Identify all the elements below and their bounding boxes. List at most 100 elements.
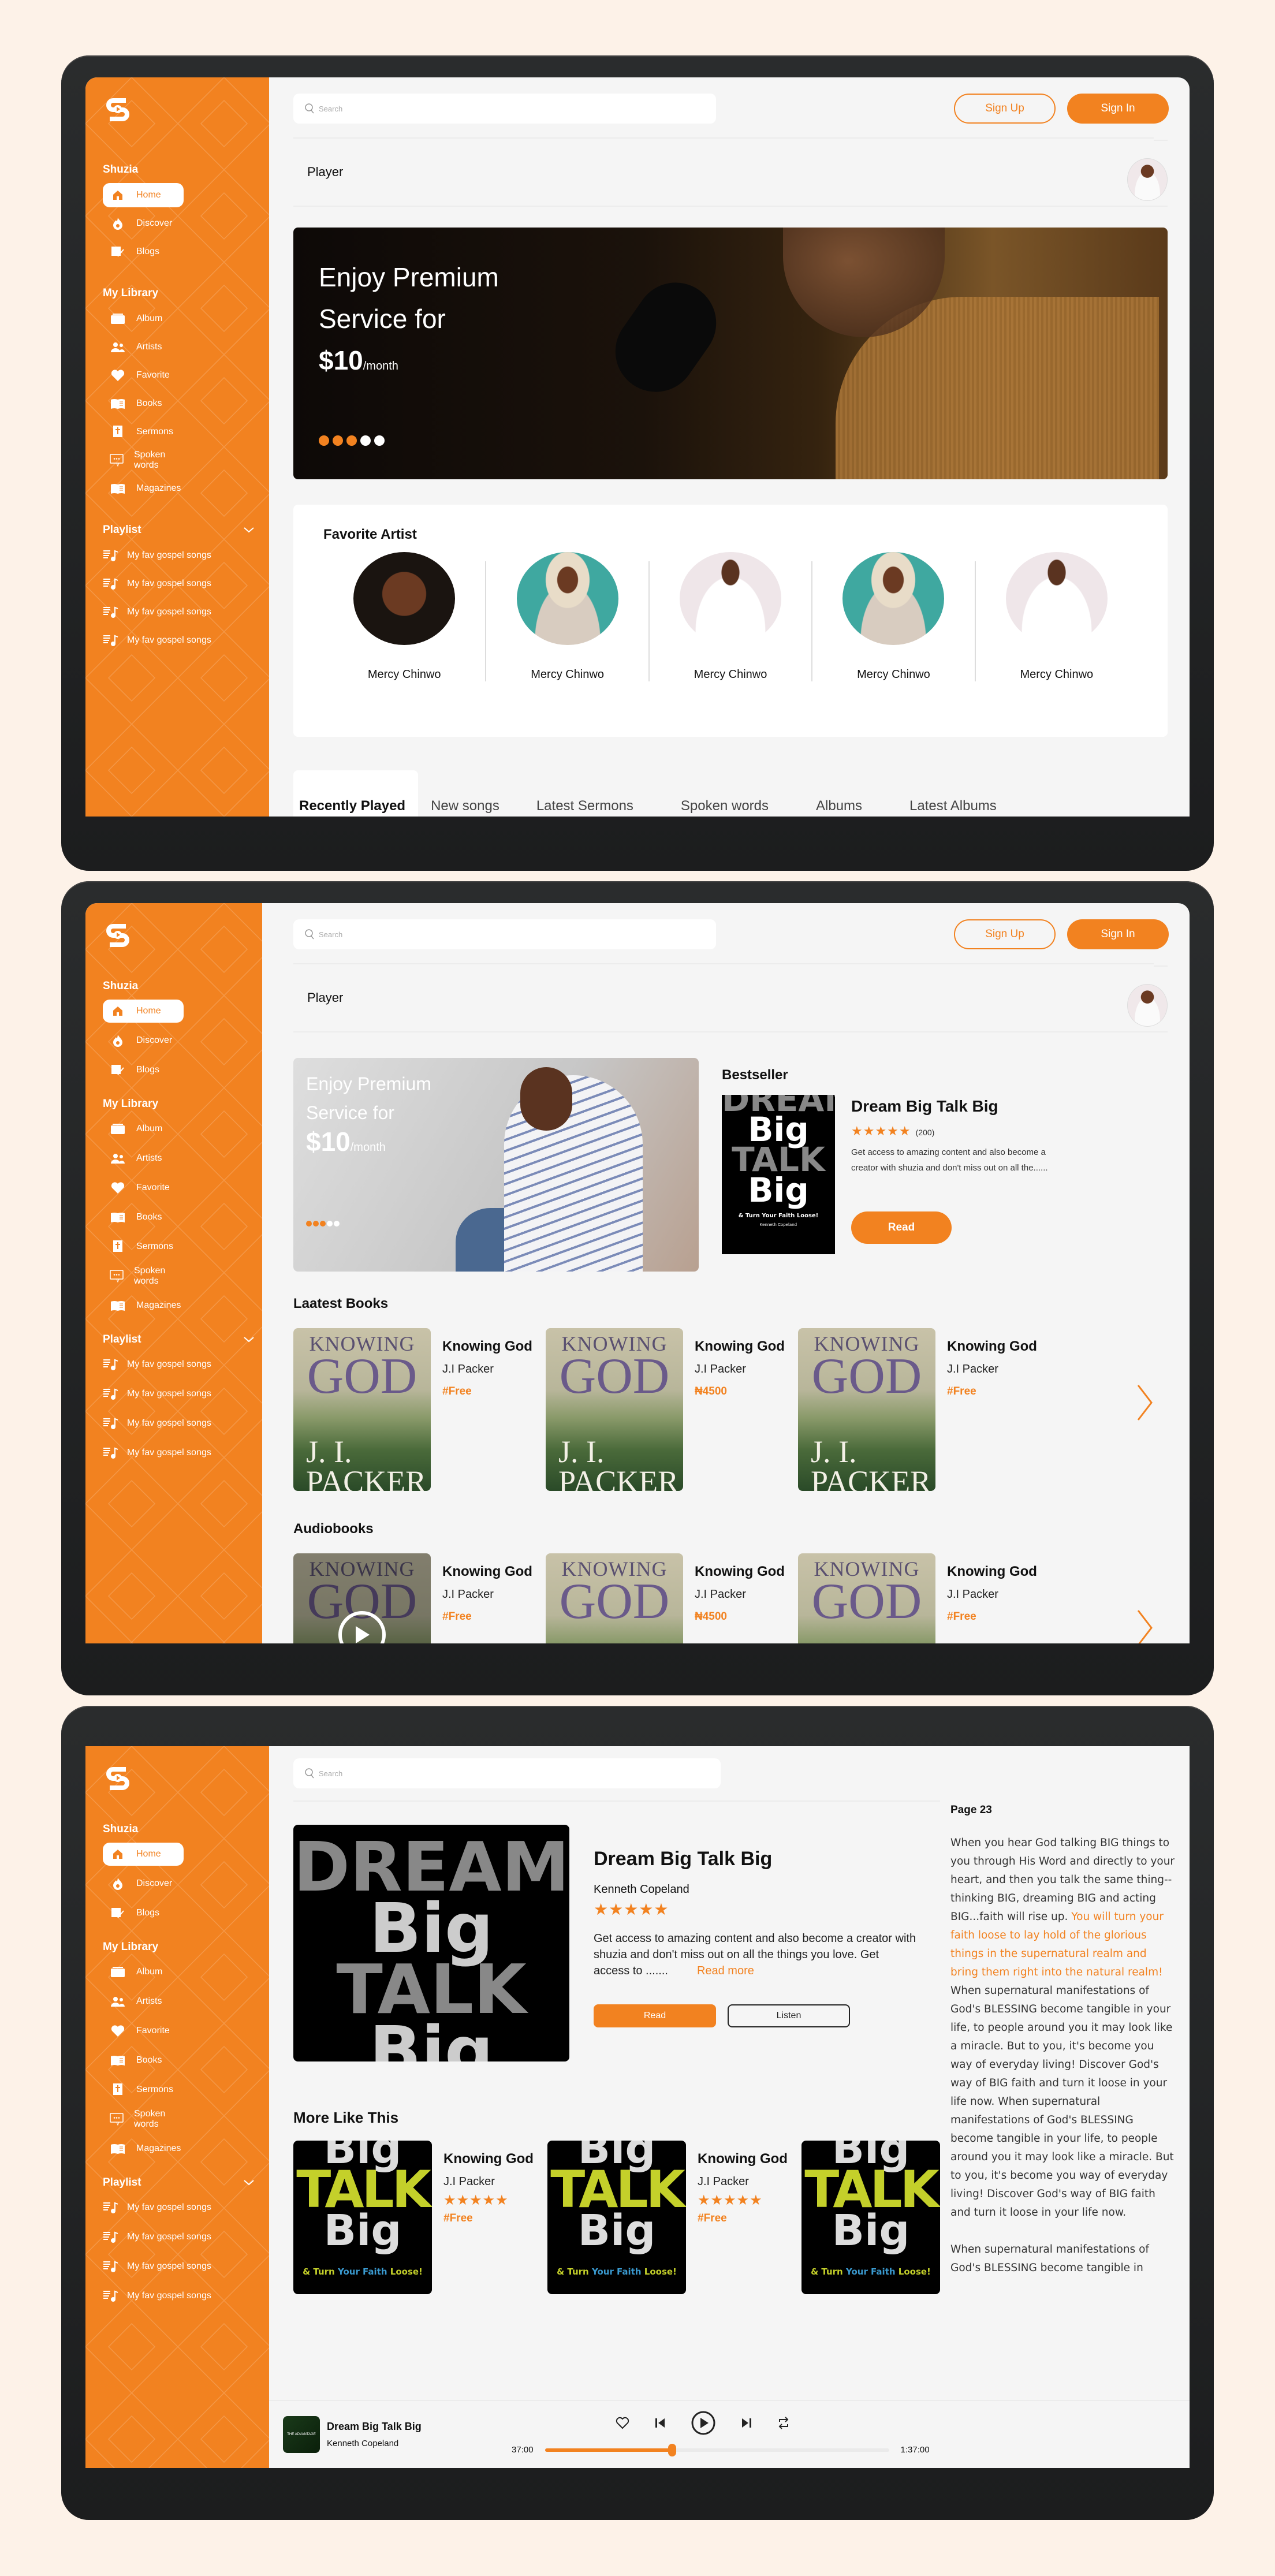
promo-banner[interactable]: Enjoy Premium Service for $10/month [293,1058,699,1272]
search-input[interactable]: Search [293,1758,721,1788]
sidebar-playlist-item[interactable]: My fav gospel songs [103,600,259,624]
search-input[interactable]: Search [293,919,716,949]
book-author[interactable]: Kenneth Copeland [594,1883,917,1896]
chevron-down-icon[interactable] [244,2176,254,2189]
book-card[interactable]: Big TALK Big & Turn Your Faith Loose! Knowin… [293,2141,547,2294]
sidebar-item-album[interactable]: Album [103,1960,184,1984]
sidebar-section-playlist[interactable]: Playlist [103,2176,254,2189]
book-cover[interactable]: DREAM Big TALK Big & Turn Your Faith Loo… [722,1095,835,1254]
carousel-dot[interactable] [306,1221,312,1227]
artist-card[interactable]: Mercy Chinwo [486,552,650,681]
sidebar-item-home[interactable]: Home [103,1000,184,1023]
audiobook-card[interactable]: KNOWING GOD Knowing God J.I Packer #Free [798,1553,1050,1643]
sign-up-button[interactable]: Sign Up [954,919,1056,949]
read-button[interactable]: Read [594,2004,716,2027]
carousel-dot[interactable] [320,1221,326,1227]
sidebar-item-discover[interactable]: Discover [103,1872,184,1895]
carousel-dot[interactable] [319,435,329,446]
tab-latest-albums[interactable]: Latest Albums [897,798,1016,817]
sidebar-playlist-item[interactable]: My fav gospel songs [103,543,259,568]
carousel-dot[interactable] [360,435,371,446]
artist-card[interactable]: Mercy Chinwo [650,552,813,681]
book-card[interactable]: KNOWING GOD J. I. PACKER Knowing God J.I Pack… [293,1328,546,1491]
skip-previous-icon[interactable] [655,2417,665,2432]
sidebar-playlist-item[interactable]: My fav gospel songs [103,2284,259,2307]
sidebar-playlist-item[interactable]: My fav gospel songs [103,1353,259,1376]
sign-in-button[interactable]: Sign In [1067,94,1169,124]
artist-card[interactable]: Mercy Chinwo [976,552,1138,681]
carousel-dot[interactable] [334,1221,340,1227]
carousel-dot[interactable] [346,435,357,446]
user-avatar[interactable] [1127,984,1168,1027]
tab-spoken-words[interactable]: Spoken words [668,798,803,817]
chevron-down-icon[interactable] [244,1333,254,1346]
artist-card[interactable]: Mercy Chinwo [323,552,487,681]
book-card[interactable]: KNOWING GOD J. I. PACKER Knowing God J.I Pack… [798,1328,1050,1491]
book-card[interactable]: KNOWING GOD J. I. PACKER Knowing God J.I Pack… [546,1328,798,1491]
sidebar-item-home[interactable]: Home [103,1843,184,1866]
nav-player[interactable]: Player [293,137,1154,206]
sidebar-item-magazines[interactable]: Magazines [103,1294,184,1317]
promo-banner[interactable]: Enjoy Premium Service for $10/month [293,228,1168,479]
sign-in-button[interactable]: Sign In [1067,919,1169,949]
sidebar-item-favorite[interactable]: Favorite [103,363,184,387]
sidebar-item-books[interactable]: Books [103,392,184,416]
read-button[interactable]: Read [851,1211,952,1244]
sidebar-item-favorite[interactable]: Favorite [103,1176,184,1199]
sidebar-playlist-item[interactable]: My fav gospel songs [103,2196,259,2219]
sidebar-section-playlist[interactable]: Playlist [103,1333,254,1346]
user-avatar[interactable] [1127,158,1168,201]
sidebar-item-sermons[interactable]: Sermons [103,420,184,444]
sidebar-item-magazines[interactable]: Magazines [103,476,184,501]
play-circle-icon[interactable] [691,2410,716,2439]
chevron-down-icon[interactable] [244,524,254,536]
sidebar-item-sermons[interactable]: Sermons [103,1235,184,1258]
repeat-icon[interactable] [777,2416,790,2433]
sidebar-item-spoken-words[interactable]: Spoken words [103,2108,184,2131]
sidebar-item-artists[interactable]: Artists [103,335,184,359]
read-more-link[interactable]: Read more [697,1964,754,1977]
sidebar-item-favorite[interactable]: Favorite [103,2019,184,2042]
sidebar-item-blogs[interactable]: Blogs [103,240,184,264]
sidebar-item-discover[interactable]: Discover [103,211,184,236]
heart-outline-icon[interactable] [616,2417,629,2432]
artist-card[interactable]: Mercy Chinwo [812,552,976,681]
tab-latest-sermons[interactable]: Latest Sermons [519,798,668,817]
progress-slider[interactable] [545,2443,889,2456]
carousel-dot[interactable] [333,435,343,446]
sidebar-item-album[interactable]: Album [103,307,184,331]
book-card[interactable]: Big TALK Big & Turn Your Faith Loose! Knowin… [547,2141,801,2294]
sidebar-item-books[interactable]: Books [103,2049,184,2072]
chevron-right-icon[interactable] [1136,1384,1154,1425]
sidebar-playlist-item[interactable]: My fav gospel songs [103,628,259,653]
carousel-dot[interactable] [327,1221,333,1227]
sidebar-playlist-item[interactable]: My fav gospel songs [103,1382,259,1406]
sidebar-item-artists[interactable]: Artists [103,1147,184,1170]
sidebar-item-magazines[interactable]: Magazines [103,2137,184,2160]
audiobook-card[interactable]: KNOWING GOD Knowing God J.I Packer #Free [293,1553,546,1643]
progress-knob[interactable] [668,2443,677,2456]
sidebar-playlist-item[interactable]: My fav gospel songs [103,2225,259,2249]
tab-new-songs[interactable]: New songs [418,798,519,817]
sidebar-item-spoken-words[interactable]: Spoken words [103,448,184,472]
sidebar-playlist-item[interactable]: My fav gospel songs [103,1412,259,1435]
audiobook-card[interactable]: KNOWING GOD Knowing God J.I Packer ₦4500 [546,1553,798,1643]
sidebar-playlist-item[interactable]: My fav gospel songs [103,572,259,596]
sidebar-item-album[interactable]: Album [103,1117,184,1140]
sidebar-playlist-item[interactable]: My fav gospel songs [103,2255,259,2278]
sidebar-item-blogs[interactable]: Blogs [103,1902,184,1925]
book-card[interactable]: Big TALK Big & Turn Your Faith Loose! [801,2141,940,2294]
sidebar-item-blogs[interactable]: Blogs [103,1058,184,1082]
sidebar-item-home[interactable]: Home [103,183,184,207]
chevron-right-icon[interactable] [1136,1609,1154,1643]
sign-up-button[interactable]: Sign Up [954,94,1056,124]
sidebar-item-discover[interactable]: Discover [103,1029,184,1052]
book-title[interactable]: Dream Big Talk Big [851,1097,1071,1116]
search-input[interactable]: Search [293,94,716,124]
sidebar-item-artists[interactable]: Artists [103,1990,184,2013]
tab-albums[interactable]: Albums [803,798,897,817]
sidebar-playlist-item[interactable]: My fav gospel songs [103,1441,259,1464]
carousel-dot[interactable] [374,435,385,446]
carousel-dot[interactable] [313,1221,319,1227]
sidebar-item-books[interactable]: Books [103,1206,184,1229]
